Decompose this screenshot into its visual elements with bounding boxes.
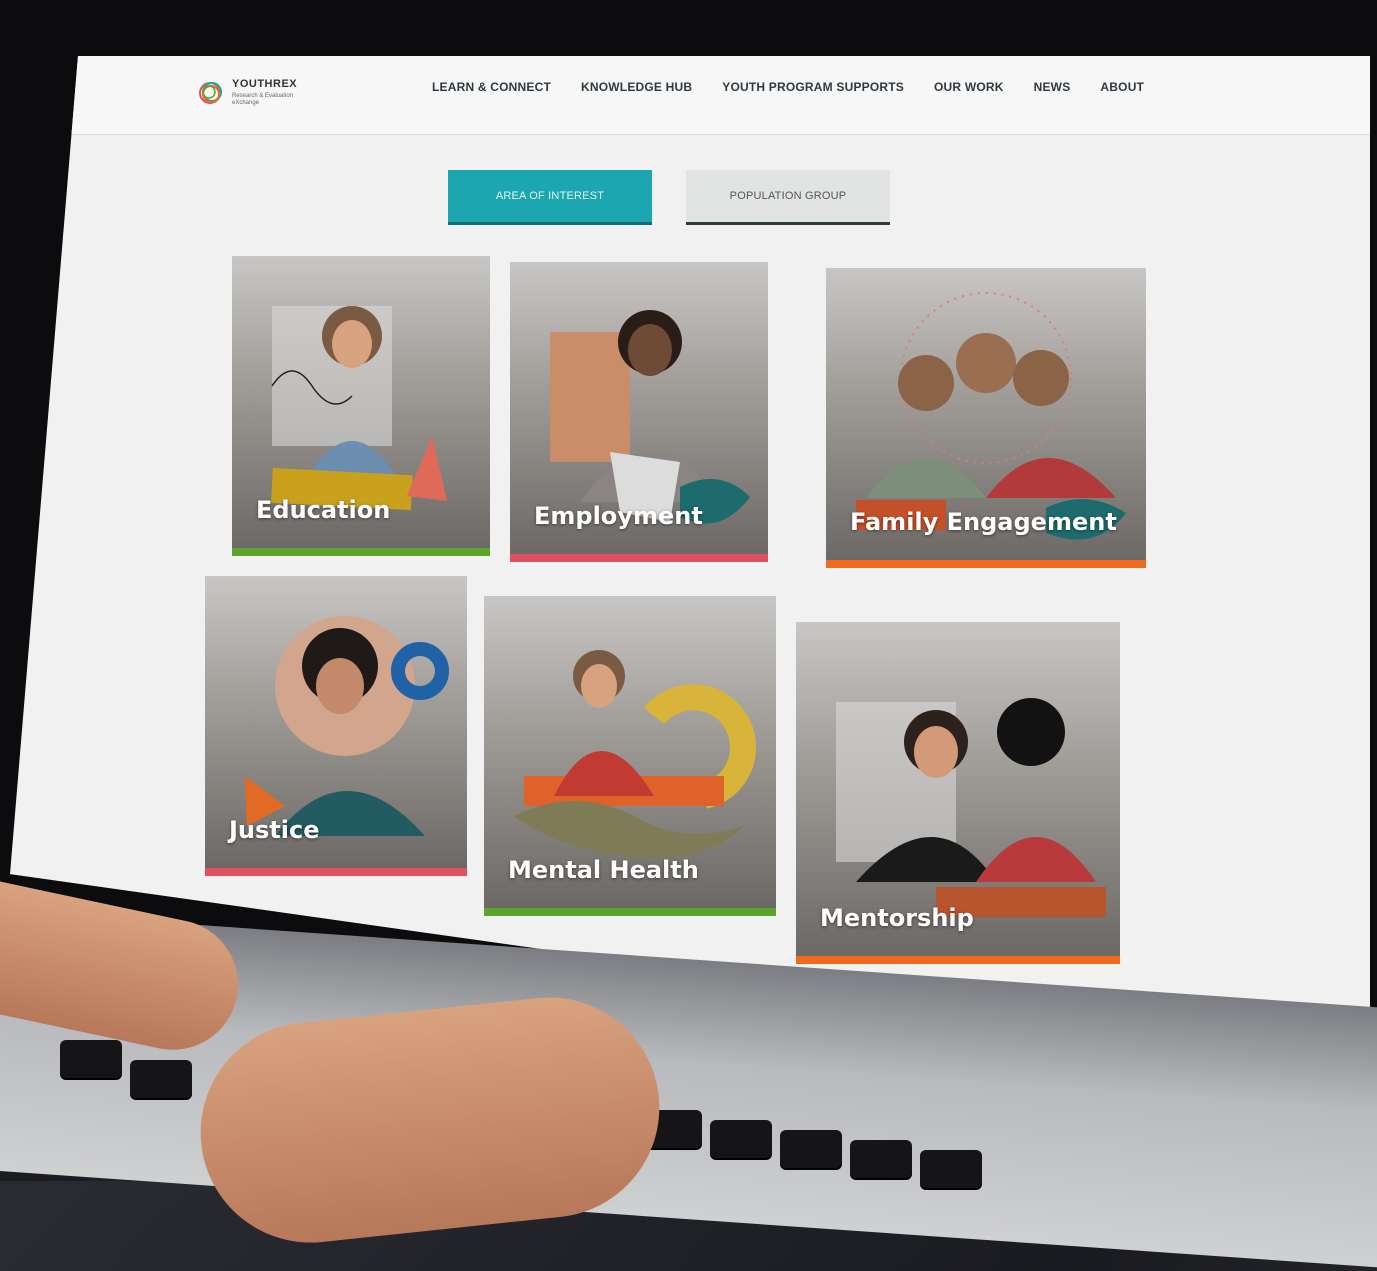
logo-title: YOUTHREX (232, 78, 298, 90)
tab-population-group[interactable]: POPULATION GROUP (686, 170, 890, 225)
key (130, 1060, 192, 1098)
card-accent-bar (510, 554, 768, 562)
card-accent-bar (796, 956, 1120, 964)
card-label: Employment (534, 502, 703, 530)
main-nav: LEARN & CONNECT KNOWLEDGE HUB YOUTH PROG… (432, 80, 1144, 94)
key (920, 1150, 982, 1188)
card-label: Family Engagement (850, 508, 1117, 536)
nav-knowledge-hub[interactable]: KNOWLEDGE HUB (581, 80, 692, 94)
nav-our-work[interactable]: OUR WORK (934, 80, 1004, 94)
card-accent-bar (826, 560, 1146, 568)
card-education[interactable]: Education (232, 256, 490, 556)
logo-subtitle: Research & Evaluation eXchange (232, 93, 294, 106)
nav-youth-program-supports[interactable]: YOUTH PROGRAM SUPPORTS (722, 80, 904, 94)
key (710, 1120, 772, 1158)
card-accent-bar (232, 548, 490, 556)
card-label: Justice (229, 816, 320, 844)
card-justice[interactable]: Justice (205, 576, 467, 876)
tab-area-of-interest[interactable]: AREA OF INTEREST (448, 170, 652, 225)
card-label: Education (256, 496, 391, 524)
site-logo[interactable]: YOUTHREX Research & Evaluation eXchange (196, 76, 316, 116)
nav-about[interactable]: ABOUT (1100, 80, 1144, 94)
card-accent-bar (205, 868, 467, 876)
card-employment[interactable]: Employment (510, 262, 768, 562)
card-label: Mentorship (820, 904, 974, 932)
card-family-engagement[interactable]: Family Engagement (826, 268, 1146, 568)
card-mental-health[interactable]: Mental Health (484, 596, 776, 916)
key (850, 1140, 912, 1178)
site-header: YOUTHREX Research & Evaluation eXchange … (10, 56, 1370, 135)
card-mentorship[interactable]: Mentorship (796, 622, 1120, 964)
key (780, 1130, 842, 1168)
card-label: Mental Health (508, 856, 699, 884)
key (60, 1040, 122, 1078)
card-accent-bar (484, 908, 776, 916)
logo-icon (199, 82, 222, 104)
nav-learn-connect[interactable]: LEARN & CONNECT (432, 80, 551, 94)
nav-news[interactable]: NEWS (1034, 80, 1071, 94)
